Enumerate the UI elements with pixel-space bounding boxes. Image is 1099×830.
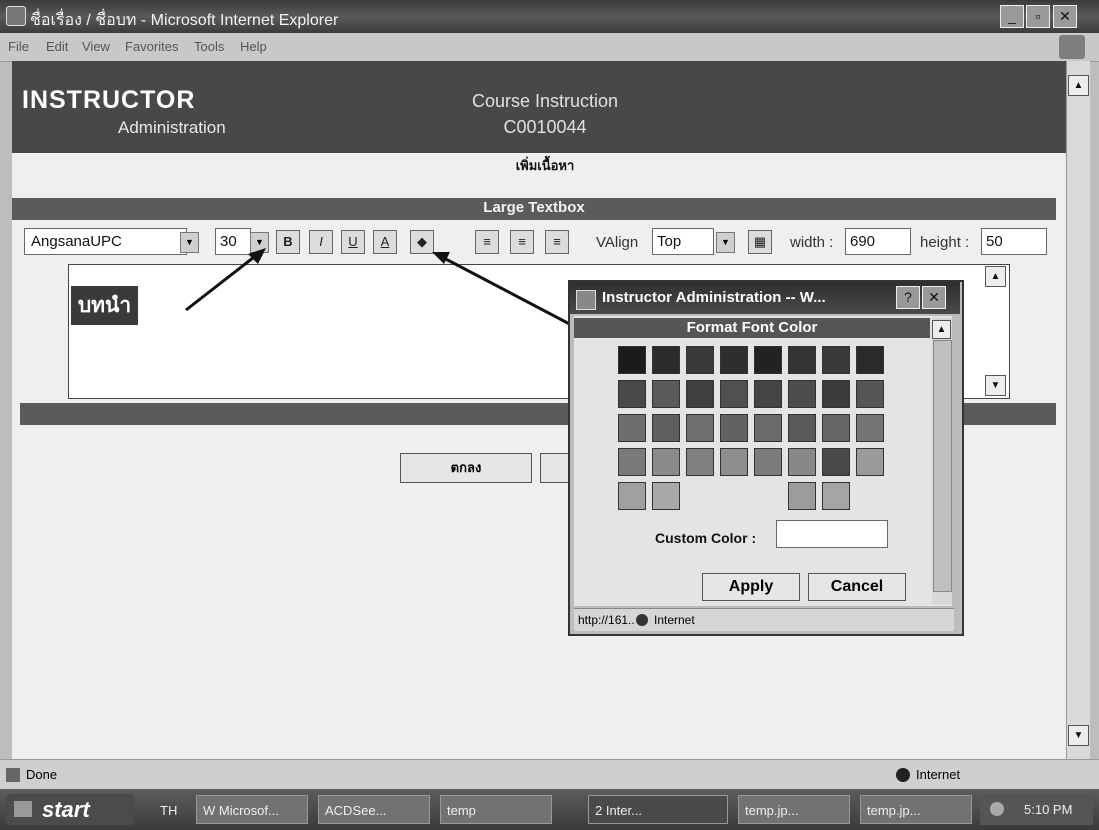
color-swatch[interactable] bbox=[788, 482, 816, 510]
system-tray: 5:10 PM bbox=[980, 794, 1093, 825]
language-indicator[interactable]: TH bbox=[160, 803, 177, 818]
color-swatch[interactable] bbox=[618, 380, 646, 408]
taskbar-item-temp-jpg-1[interactable]: temp.jp... bbox=[738, 795, 850, 824]
color-swatch[interactable] bbox=[652, 414, 680, 442]
color-swatch[interactable] bbox=[822, 380, 850, 408]
dialog-cancel-button[interactable]: Cancel bbox=[808, 573, 906, 601]
color-swatch[interactable] bbox=[686, 414, 714, 442]
dialog-ie-icon bbox=[576, 290, 596, 310]
status-text: Done bbox=[26, 767, 58, 782]
color-swatch[interactable] bbox=[822, 346, 850, 374]
dialog-globe-icon bbox=[636, 614, 648, 626]
color-swatch[interactable] bbox=[720, 448, 748, 476]
start-logo-icon bbox=[14, 801, 32, 817]
apply-button[interactable]: Apply bbox=[702, 573, 800, 601]
dialog-status-zone: Internet bbox=[654, 613, 695, 627]
start-label: start bbox=[42, 797, 90, 822]
status-zone: Internet bbox=[916, 767, 961, 782]
ok-button[interactable]: ตกลง bbox=[400, 453, 532, 483]
color-swatch[interactable] bbox=[856, 414, 884, 442]
dialog-status-bar: http://161.. Internet bbox=[574, 608, 954, 631]
color-swatch[interactable] bbox=[652, 346, 680, 374]
taskbar-item-temp-jpg-2[interactable]: temp.jp... bbox=[860, 795, 972, 824]
color-swatch[interactable] bbox=[822, 482, 850, 510]
color-swatch[interactable] bbox=[686, 448, 714, 476]
status-bar: Done Internet bbox=[0, 759, 1099, 790]
color-swatch[interactable] bbox=[618, 414, 646, 442]
taskbar-item-internet-explorer[interactable]: 2 Inter... bbox=[588, 795, 728, 824]
color-swatch[interactable] bbox=[822, 414, 850, 442]
color-swatch[interactable] bbox=[720, 380, 748, 408]
custom-color-input[interactable] bbox=[776, 520, 888, 548]
color-swatch[interactable] bbox=[788, 380, 816, 408]
dialog-scrollbar[interactable]: ▲ bbox=[932, 318, 952, 604]
page-done-icon bbox=[6, 768, 20, 782]
color-swatch[interactable] bbox=[720, 346, 748, 374]
color-swatch[interactable] bbox=[720, 414, 748, 442]
clock: 5:10 PM bbox=[1024, 802, 1073, 817]
dialog-title-bar: Instructor Administration -- W... ? ✕ bbox=[570, 282, 960, 314]
start-button[interactable]: start bbox=[6, 794, 134, 825]
color-swatch[interactable] bbox=[686, 346, 714, 374]
color-swatch[interactable] bbox=[652, 448, 680, 476]
taskbar-item-word[interactable]: W Microsof... bbox=[196, 795, 308, 824]
color-swatch[interactable] bbox=[788, 414, 816, 442]
dialog-scroll-thumb[interactable] bbox=[933, 340, 952, 592]
color-swatch[interactable] bbox=[686, 380, 714, 408]
color-swatch[interactable] bbox=[618, 482, 646, 510]
taskbar-item-temp-folder[interactable]: temp bbox=[440, 795, 552, 824]
color-swatch[interactable] bbox=[754, 448, 782, 476]
color-swatch[interactable] bbox=[822, 448, 850, 476]
color-swatch[interactable] bbox=[618, 346, 646, 374]
dialog-title: Instructor Administration -- W... bbox=[602, 289, 826, 306]
color-swatch[interactable] bbox=[856, 448, 884, 476]
color-swatch[interactable] bbox=[652, 380, 680, 408]
taskbar-item-acdsee[interactable]: ACDSee... bbox=[318, 795, 430, 824]
color-swatch[interactable] bbox=[856, 346, 884, 374]
dialog-status-url: http://161.. bbox=[578, 613, 635, 627]
color-swatch[interactable] bbox=[652, 482, 680, 510]
color-swatch[interactable] bbox=[618, 448, 646, 476]
color-swatch[interactable] bbox=[754, 346, 782, 374]
volume-icon[interactable] bbox=[990, 802, 1004, 816]
color-swatch[interactable] bbox=[754, 380, 782, 408]
custom-color-label: Custom Color : bbox=[655, 530, 757, 546]
dialog-header: Format Font Color bbox=[574, 318, 930, 338]
help-icon[interactable]: ? bbox=[896, 286, 920, 309]
color-swatch[interactable] bbox=[754, 414, 782, 442]
internet-globe-icon bbox=[896, 768, 910, 782]
color-swatch[interactable] bbox=[788, 448, 816, 476]
dialog-scroll-up-icon[interactable]: ▲ bbox=[932, 320, 951, 339]
color-swatch[interactable] bbox=[788, 346, 816, 374]
color-swatch[interactable] bbox=[856, 380, 884, 408]
dialog-close-icon[interactable]: ✕ bbox=[922, 286, 946, 309]
